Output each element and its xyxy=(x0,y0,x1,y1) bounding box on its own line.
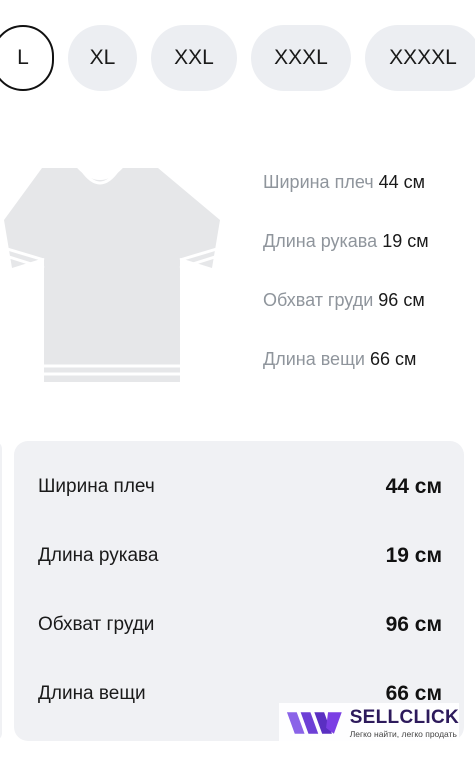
watermark-tagline: Легко найти, легко продать xyxy=(349,728,457,739)
table-row: Обхват груди 96 см xyxy=(38,613,442,636)
size-chip-xxxl[interactable]: XXXL xyxy=(251,25,351,91)
dim-sleeve: Длина рукава 19 см xyxy=(263,231,429,251)
dim-length: Длина вещи 66 см xyxy=(263,349,417,369)
size-selector: L XL XXL XXXL XXXXL xyxy=(0,25,475,91)
table-row: Ширина плеч 44 см xyxy=(38,475,442,498)
size-chip-xl[interactable]: XL xyxy=(68,25,137,91)
size-chip-xxl[interactable]: XXL xyxy=(151,25,237,91)
size-chart-screen: L XL XXL XXXL XXXXL Ширина плеч 44 см Дл… xyxy=(0,0,475,768)
watermark-name: SELLCLICK xyxy=(349,706,459,728)
measurements-card: Ширина плеч 44 см Длина рукава 19 см Обх… xyxy=(14,441,464,741)
measurement-labels: Ширина плеч 44 см Длина рукава 19 см Обх… xyxy=(263,172,429,408)
sellclick-logo-icon xyxy=(286,712,342,734)
sellclick-watermark: SELLCLICK Легко найти, легко продать xyxy=(279,703,459,743)
size-chip-xxxxl[interactable]: XXXXL xyxy=(365,25,475,91)
size-chip-l[interactable]: L xyxy=(0,25,54,91)
previous-card-edge xyxy=(0,441,2,741)
tshirt-icon xyxy=(3,164,221,382)
dim-shoulder: Ширина плеч 44 см xyxy=(263,172,426,192)
table-row: Длина рукава 19 см xyxy=(38,544,442,567)
dim-chest: Обхват груди 96 см xyxy=(263,290,425,310)
tshirt-illustration xyxy=(0,160,230,397)
